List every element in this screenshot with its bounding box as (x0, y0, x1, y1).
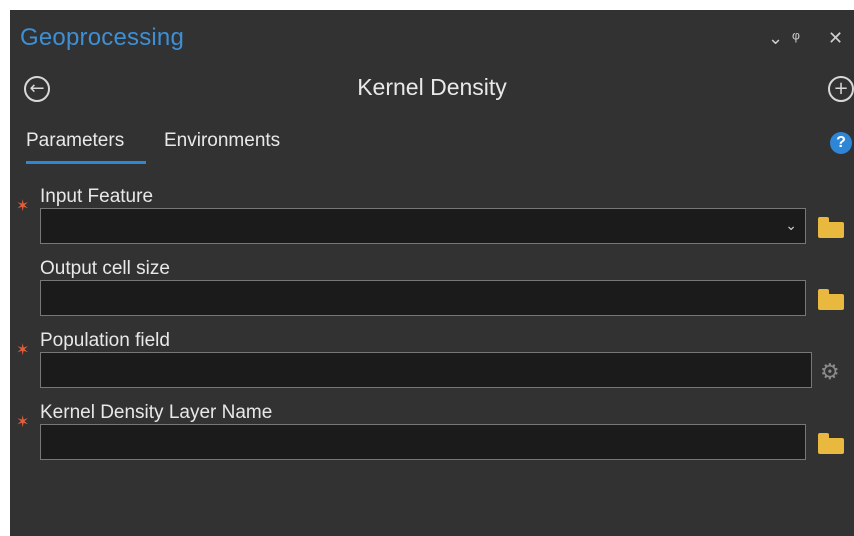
close-icon[interactable]: ✕ (828, 28, 843, 48)
tab-parameters[interactable]: Parameters (26, 130, 124, 152)
output-cell-size-field[interactable] (40, 280, 806, 316)
folder-icon[interactable] (818, 288, 846, 310)
active-tab-indicator (26, 161, 146, 164)
chevron-down-icon[interactable]: ⌄ (785, 217, 797, 234)
tool-header: ← Kernel Density + (10, 72, 854, 112)
pane-title-bar: Geoprocessing ⌄ ᵠ ✕ (10, 10, 854, 66)
param-output-cell-size: Output cell size (10, 258, 854, 330)
required-marker: ✶ (16, 198, 30, 215)
param-label: Population field (40, 330, 170, 351)
gear-icon[interactable]: ⚙ (820, 360, 848, 385)
required-marker: ✶ (16, 342, 30, 359)
param-label: Input Feature (40, 186, 154, 207)
tab-environments[interactable]: Environments (164, 130, 280, 152)
pane-title: Geoprocessing (20, 24, 185, 51)
folder-icon[interactable] (818, 216, 846, 238)
param-input-feature: ✶ Input Feature ⌄ (10, 186, 854, 258)
param-layer-name: ✶ Kernel Density Layer Name (10, 402, 854, 474)
help-icon[interactable]: ? (830, 132, 852, 154)
param-label: Output cell size (40, 258, 170, 279)
geoprocessing-pane: Geoprocessing ⌄ ᵠ ✕ ← Kernel Density + P… (10, 10, 854, 536)
param-label: Kernel Density Layer Name (40, 402, 273, 423)
chevron-down-icon[interactable]: ⌄ (768, 28, 783, 48)
add-icon[interactable]: + (828, 76, 854, 102)
required-marker: ✶ (16, 414, 30, 431)
layer-name-field[interactable] (40, 424, 806, 460)
param-population-field: ✶ Population field ⚙ (10, 330, 854, 402)
population-field-input[interactable] (40, 352, 812, 388)
pin-icon[interactable]: ᵠ (792, 28, 800, 48)
tool-title: Kernel Density (357, 74, 507, 100)
folder-icon[interactable] (818, 432, 846, 454)
input-feature-field[interactable]: ⌄ (40, 208, 806, 244)
